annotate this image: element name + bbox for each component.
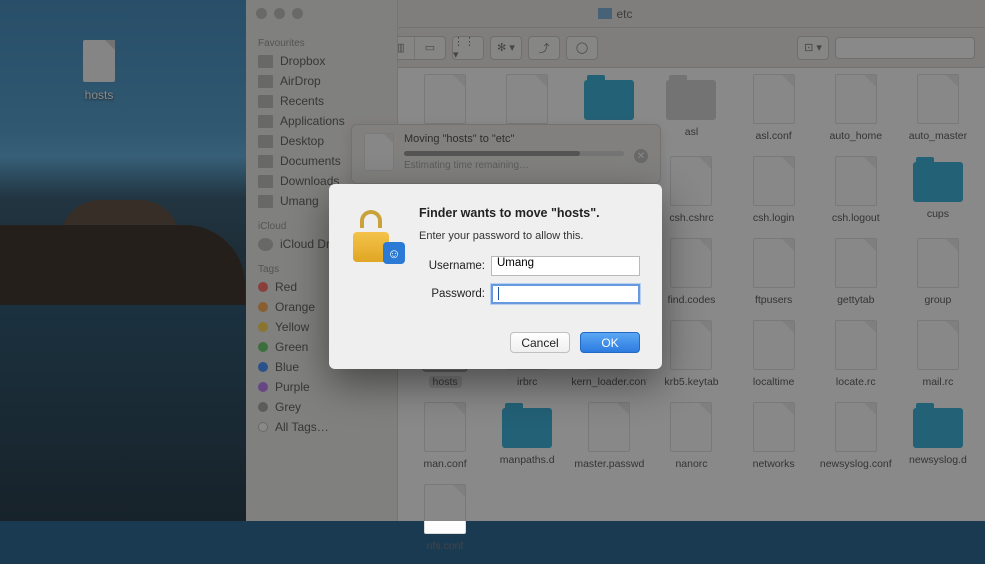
password-label: Password: (419, 288, 485, 300)
finder-badge-icon: ☺ (383, 242, 405, 264)
lock-icon: ☺ (351, 210, 403, 262)
password-field[interactable] (491, 284, 640, 304)
dialog-subtext: Enter your password to allow this. (419, 230, 640, 242)
dialog-headline: Finder wants to move "hosts". (419, 206, 640, 220)
auth-dialog: ☺ Finder wants to move "hosts". Enter yo… (329, 184, 662, 369)
username-label: Username: (419, 260, 485, 272)
cancel-button[interactable]: Cancel (510, 332, 570, 353)
ok-button[interactable]: OK (580, 332, 640, 353)
file-label: nfs.conf (427, 540, 464, 552)
username-field[interactable]: Umang (491, 256, 640, 276)
